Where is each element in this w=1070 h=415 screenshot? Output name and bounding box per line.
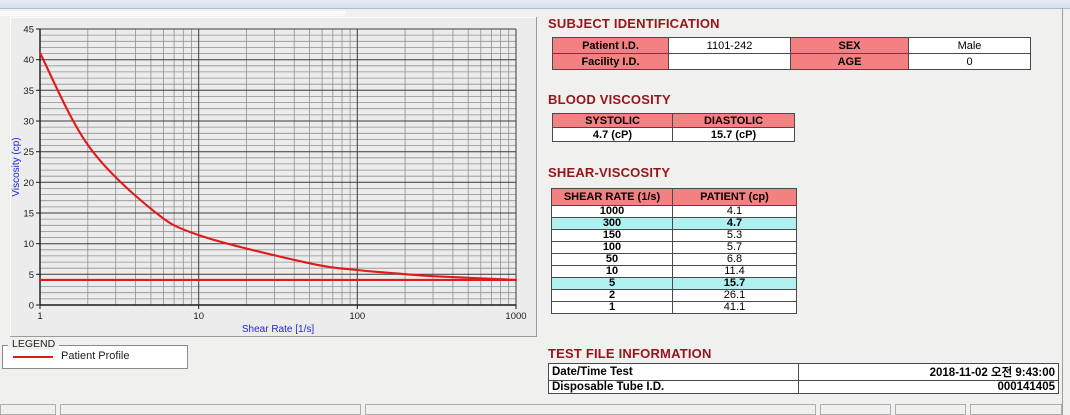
legend-caption: LEGEND <box>8 338 59 350</box>
shear-viscosity-row: 10004.1 <box>552 206 797 218</box>
table-header-row: SHEAR RATE (1/s) PATIENT (cp) <box>552 189 797 206</box>
legend-line-swatch <box>13 356 53 358</box>
test-file-information-title: TEST FILE INFORMATION <box>548 346 712 361</box>
report-screen: 0510152025303540451101001000Viscosity (c… <box>0 0 1070 415</box>
viscosity-chart-panel: 0 5 10 15 20 25 30 35 40 45 1 10 100 1000 Viscosity (c… <box>10 17 537 337</box>
y-tick-label: 35 <box>23 86 34 97</box>
y-tick-label: 45 <box>23 25 34 36</box>
shear-rate-cell: 150 <box>552 230 673 242</box>
shear-rate-cell: 1000 <box>552 206 673 218</box>
patient-viscosity-cell: 26.1 <box>673 290 797 302</box>
x-tick-label: 100 <box>349 311 365 322</box>
series-patient-profile <box>40 53 516 280</box>
test-file-information-table: Date/Time Test 2018-11-02 오전 9:43:00 Dis… <box>548 363 1059 394</box>
x-axis-label: Shear Rate [1/s] <box>242 324 314 335</box>
shear-viscosity-row: 3004.7 <box>552 218 797 230</box>
x-tick-label: 1000 <box>505 311 526 322</box>
y-tick-label: 20 <box>23 178 34 189</box>
date-time-test-label: Date/Time Test <box>549 364 799 381</box>
shear-viscosity-chart: 0 5 10 15 20 25 30 35 40 45 1 10 100 1000 Viscosity (c… <box>10 17 537 337</box>
systolic-value: 4.7 (cP) <box>553 128 673 142</box>
table-row: Disposable Tube I.D. 000141405 <box>549 381 1059 394</box>
shear-viscosity-row: 141.1 <box>552 302 797 314</box>
y-tick-label: 15 <box>23 209 34 220</box>
table-row: Patient I.D. 1101-242 SEX Male <box>553 38 1031 54</box>
window-top-strip <box>0 0 1070 9</box>
table-row: SYSTOLIC DIASTOLIC <box>553 114 795 128</box>
shear-viscosity-row: 506.8 <box>552 254 797 266</box>
table-row: Date/Time Test 2018-11-02 오전 9:43:00 <box>549 364 1059 381</box>
y-tick-label: 5 <box>29 270 34 281</box>
shear-viscosity-row: 1011.4 <box>552 266 797 278</box>
shear-viscosity-row: 515.7 <box>552 278 797 290</box>
y-axis-label: Viscosity (cp) <box>11 137 22 196</box>
y-tick-label: 25 <box>23 147 34 158</box>
status-bar-segment <box>895 404 966 415</box>
sex-label: SEX <box>791 38 909 54</box>
patient-column-header: PATIENT (cp) <box>673 189 797 206</box>
patient-viscosity-cell: 5.7 <box>673 242 797 254</box>
diastolic-header: DIASTOLIC <box>673 114 795 128</box>
disposable-tube-id-value: 000141405 <box>799 381 1059 394</box>
patient-viscosity-cell: 5.3 <box>673 230 797 242</box>
window-right-edge <box>1062 8 1063 415</box>
age-value: 0 <box>909 54 1031 70</box>
systolic-header: SYSTOLIC <box>553 114 673 128</box>
y-tick-label: 40 <box>23 55 34 66</box>
shear-rate-cell: 100 <box>552 242 673 254</box>
diastolic-value: 15.7 (cP) <box>673 128 795 142</box>
tab-strip-highlight <box>0 11 346 16</box>
table-row: Facility I.D. AGE 0 <box>553 54 1031 70</box>
facility-id-label: Facility I.D. <box>553 54 669 70</box>
shear-rate-cell: 2 <box>552 290 673 302</box>
legend-entry-label: Patient Profile <box>61 350 129 362</box>
facility-id-value <box>669 54 791 70</box>
shear-viscosity-row: 1505.3 <box>552 230 797 242</box>
table-row: 4.7 (cP) 15.7 (cP) <box>553 128 795 142</box>
date-time-test-value: 2018-11-02 오전 9:43:00 <box>799 364 1059 381</box>
age-label: AGE <box>791 54 909 70</box>
disposable-tube-id-label: Disposable Tube I.D. <box>549 381 799 394</box>
y-tick-label: 10 <box>23 239 34 250</box>
status-bar-segment <box>60 404 361 415</box>
shear-viscosity-row: 1005.7 <box>552 242 797 254</box>
patient-viscosity-cell: 41.1 <box>673 302 797 314</box>
y-tick-label: 30 <box>23 117 34 128</box>
status-bar-segment <box>820 404 891 415</box>
shear-rate-cell: 50 <box>552 254 673 266</box>
shear-viscosity-row: 226.1 <box>552 290 797 302</box>
shear-viscosity-title: SHEAR-VISCOSITY <box>548 165 670 180</box>
shear-rate-column-header: SHEAR RATE (1/s) <box>552 189 673 206</box>
patient-id-label: Patient I.D. <box>553 38 669 54</box>
status-bar-segment <box>365 404 816 415</box>
patient-viscosity-cell: 4.1 <box>673 206 797 218</box>
patient-viscosity-cell: 4.7 <box>673 218 797 230</box>
sex-value: Male <box>909 38 1031 54</box>
status-bar-segment <box>0 404 56 415</box>
blood-viscosity-title: BLOOD VISCOSITY <box>548 92 671 107</box>
shear-rate-cell: 300 <box>552 218 673 230</box>
patient-viscosity-cell: 6.8 <box>673 254 797 266</box>
status-bar-segment <box>970 404 1062 415</box>
patient-id-value: 1101-242 <box>669 38 791 54</box>
patient-viscosity-cell: 11.4 <box>673 266 797 278</box>
x-tick-label: 10 <box>193 311 204 322</box>
blood-viscosity-table: SYSTOLIC DIASTOLIC 4.7 (cP) 15.7 (cP) <box>552 113 795 142</box>
subject-identification-table: Patient I.D. 1101-242 SEX Male Facility … <box>552 37 1031 70</box>
x-tick-label: 1 <box>37 311 42 322</box>
y-tick-label: 0 <box>29 301 34 312</box>
shear-rate-cell: 10 <box>552 266 673 278</box>
subject-identification-title: SUBJECT IDENTIFICATION <box>548 16 720 31</box>
shear-rate-cell: 1 <box>552 302 673 314</box>
shear-viscosity-table: SHEAR RATE (1/s) PATIENT (cp) 10004.1300… <box>551 188 797 314</box>
patient-viscosity-cell: 15.7 <box>673 278 797 290</box>
shear-rate-cell: 5 <box>552 278 673 290</box>
